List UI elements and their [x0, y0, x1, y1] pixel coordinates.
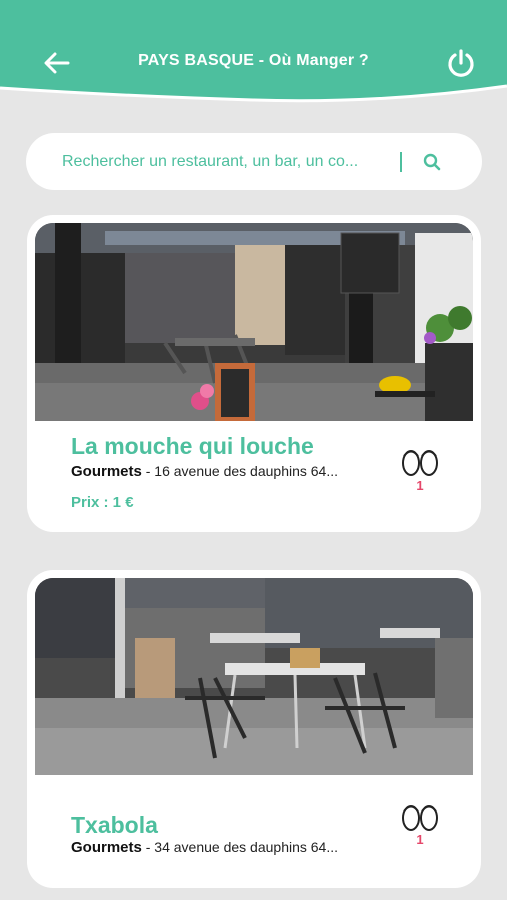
restaurant-price: Prix : 1 € [71, 494, 134, 511]
restaurant-category: Gourmets [71, 839, 142, 856]
view-count: 1 [416, 832, 424, 847]
restaurant-name[interactable]: La mouche qui louche [71, 433, 314, 460]
eyes-icon [402, 805, 438, 831]
restaurant-name[interactable]: Txabola [71, 812, 158, 839]
terrace-photo-2 [35, 578, 473, 775]
restaurant-address: Gourmets - 34 avenue des dauphins 64... [71, 839, 338, 856]
restaurant-card[interactable]: La mouche qui louche Gourmets - 16 avenu… [27, 215, 481, 532]
restaurant-photo [35, 223, 473, 421]
eyes-icon [402, 450, 438, 476]
restaurant-address: Gourmets - 16 avenue des dauphins 64... [71, 463, 338, 480]
power-icon [448, 49, 474, 77]
restaurant-address-text: - 34 avenue des dauphins 64... [141, 839, 339, 855]
restaurant-card[interactable]: Txabola Gourmets - 34 avenue des dauphin… [27, 570, 481, 888]
logout-button[interactable] [442, 44, 480, 82]
search-bar [26, 133, 482, 190]
search-button[interactable] [420, 150, 444, 174]
terrace-photo-1 [35, 223, 473, 421]
app-header: PAYS BASQUE - Où Manger ? [0, 0, 507, 108]
page-title: PAYS BASQUE - Où Manger ? [138, 52, 369, 69]
restaurant-photo [35, 578, 473, 775]
search-input[interactable] [62, 152, 392, 171]
search-icon [423, 153, 441, 170]
search-divider [400, 151, 402, 172]
restaurant-category: Gourmets [71, 463, 142, 480]
view-count: 1 [416, 478, 424, 493]
restaurant-address-text: - 16 avenue des dauphins 64... [141, 463, 339, 479]
